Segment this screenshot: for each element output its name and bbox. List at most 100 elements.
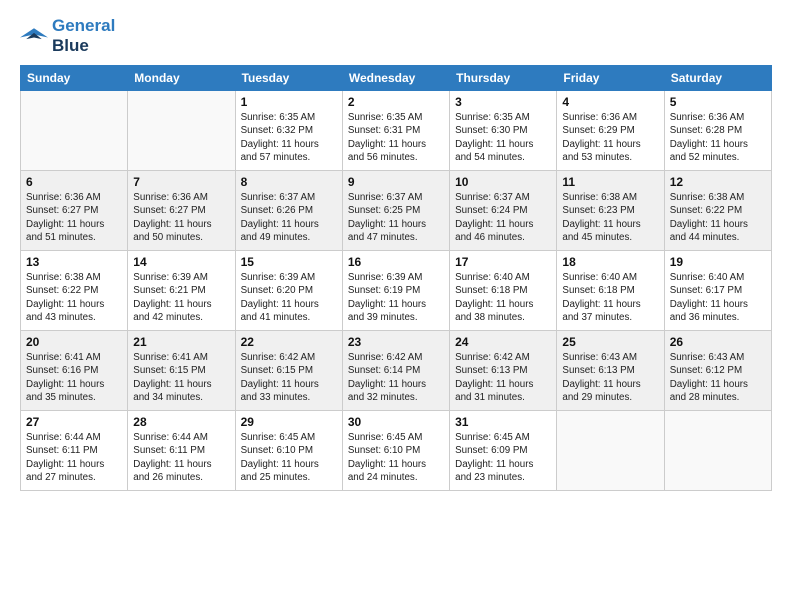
day-number: 7 [133, 175, 229, 189]
day-number: 22 [241, 335, 337, 349]
day-info: Sunrise: 6:36 AM Sunset: 6:29 PM Dayligh… [562, 111, 658, 164]
day-cell: 5 Sunrise: 6:36 AM Sunset: 6:28 PM Daylig… [664, 91, 771, 171]
day-cell: 7Sunrise: 6:36 AM Sunset: 6:27 PM Daylig… [128, 171, 235, 251]
day-number: 10 [455, 175, 551, 189]
day-cell [21, 91, 128, 171]
day-number: 26 [670, 335, 766, 349]
day-cell: 6Sunrise: 6:36 AM Sunset: 6:27 PM Daylig… [21, 171, 128, 251]
day-number: 14 [133, 255, 229, 269]
day-cell: 8 Sunrise: 6:37 AM Sunset: 6:26 PM Daylig… [235, 171, 342, 251]
day-info: Sunrise: 6:40 AM Sunset: 6:18 PM Dayligh… [562, 271, 658, 324]
day-cell: 27 Sunrise: 6:44 AM Sunset: 6:11 PM Dayli… [21, 411, 128, 491]
header-cell-tuesday: Tuesday [235, 66, 342, 91]
day-cell: 15 Sunrise: 6:39 AM Sunset: 6:20 PM Dayli… [235, 251, 342, 331]
day-info: Sunrise: 6:37 AM Sunset: 6:25 PM Dayligh… [348, 191, 444, 244]
day-info: Sunrise: 6:36 AM Sunset: 6:27 PM Dayligh… [26, 191, 122, 244]
day-number: 30 [348, 415, 444, 429]
day-number: 15 [241, 255, 337, 269]
day-info: Sunrise: 6:44 AM Sunset: 6:11 PM Dayligh… [133, 431, 229, 484]
day-number: 25 [562, 335, 658, 349]
day-info: Sunrise: 6:41 AM Sunset: 6:15 PM Dayligh… [133, 351, 229, 404]
day-cell: 1Sunrise: 6:35 AM Sunset: 6:32 PM Daylig… [235, 91, 342, 171]
day-info: Sunrise: 6:38 AM Sunset: 6:22 PM Dayligh… [670, 191, 766, 244]
day-cell: 26Sunrise: 6:43 AM Sunset: 6:12 PM Dayli… [664, 331, 771, 411]
day-cell: 31 Sunrise: 6:45 AM Sunset: 6:09 PM Dayli… [450, 411, 557, 491]
day-cell: 23 Sunrise: 6:42 AM Sunset: 6:14 PM Dayli… [342, 331, 449, 411]
day-info: Sunrise: 6:40 AM Sunset: 6:18 PM Dayligh… [455, 271, 551, 324]
day-info: Sunrise: 6:43 AM Sunset: 6:13 PM Dayligh… [562, 351, 658, 404]
day-number: 31 [455, 415, 551, 429]
week-row-1: 1Sunrise: 6:35 AM Sunset: 6:32 PM Daylig… [21, 91, 772, 171]
day-cell: 18Sunrise: 6:40 AM Sunset: 6:18 PM Dayli… [557, 251, 664, 331]
week-row-3: 13 Sunrise: 6:38 AM Sunset: 6:22 PM Dayli… [21, 251, 772, 331]
day-cell: 25 Sunrise: 6:43 AM Sunset: 6:13 PM Dayli… [557, 331, 664, 411]
day-info: Sunrise: 6:39 AM Sunset: 6:21 PM Dayligh… [133, 271, 229, 324]
day-info: Sunrise: 6:36 AM Sunset: 6:28 PM Dayligh… [670, 111, 766, 164]
day-number: 13 [26, 255, 122, 269]
calendar-table: SundayMondayTuesdayWednesdayThursdayFrid… [20, 65, 772, 491]
day-cell: 14 Sunrise: 6:39 AM Sunset: 6:21 PM Dayli… [128, 251, 235, 331]
page: General Blue SundayMondayTuesdayWednesda… [0, 0, 792, 612]
day-number: 21 [133, 335, 229, 349]
day-cell: 11 Sunrise: 6:38 AM Sunset: 6:23 PM Dayli… [557, 171, 664, 251]
day-number: 5 [670, 95, 766, 109]
week-row-2: 6Sunrise: 6:36 AM Sunset: 6:27 PM Daylig… [21, 171, 772, 251]
day-info: Sunrise: 6:42 AM Sunset: 6:15 PM Dayligh… [241, 351, 337, 404]
day-number: 17 [455, 255, 551, 269]
day-number: 23 [348, 335, 444, 349]
day-info: Sunrise: 6:35 AM Sunset: 6:30 PM Dayligh… [455, 111, 551, 164]
day-cell: 22 Sunrise: 6:42 AM Sunset: 6:15 PM Dayli… [235, 331, 342, 411]
week-row-5: 27 Sunrise: 6:44 AM Sunset: 6:11 PM Dayli… [21, 411, 772, 491]
day-info: Sunrise: 6:38 AM Sunset: 6:22 PM Dayligh… [26, 271, 122, 324]
day-number: 4 [562, 95, 658, 109]
day-cell: 20Sunrise: 6:41 AM Sunset: 6:16 PM Dayli… [21, 331, 128, 411]
day-info: Sunrise: 6:37 AM Sunset: 6:26 PM Dayligh… [241, 191, 337, 244]
header-cell-saturday: Saturday [664, 66, 771, 91]
day-cell: 17 Sunrise: 6:40 AM Sunset: 6:18 PM Dayli… [450, 251, 557, 331]
header-cell-sunday: Sunday [21, 66, 128, 91]
day-number: 27 [26, 415, 122, 429]
day-info: Sunrise: 6:35 AM Sunset: 6:31 PM Dayligh… [348, 111, 444, 164]
day-number: 28 [133, 415, 229, 429]
header-row: SundayMondayTuesdayWednesdayThursdayFrid… [21, 66, 772, 91]
day-cell: 16 Sunrise: 6:39 AM Sunset: 6:19 PM Dayli… [342, 251, 449, 331]
day-number: 16 [348, 255, 444, 269]
day-info: Sunrise: 6:40 AM Sunset: 6:17 PM Dayligh… [670, 271, 766, 324]
header-cell-friday: Friday [557, 66, 664, 91]
day-info: Sunrise: 6:39 AM Sunset: 6:19 PM Dayligh… [348, 271, 444, 324]
day-info: Sunrise: 6:38 AM Sunset: 6:23 PM Dayligh… [562, 191, 658, 244]
day-cell: 4 Sunrise: 6:36 AM Sunset: 6:29 PM Daylig… [557, 91, 664, 171]
day-number: 24 [455, 335, 551, 349]
day-cell: 30 Sunrise: 6:45 AM Sunset: 6:10 PM Dayli… [342, 411, 449, 491]
day-info: Sunrise: 6:45 AM Sunset: 6:10 PM Dayligh… [348, 431, 444, 484]
day-cell: 29Sunrise: 6:45 AM Sunset: 6:10 PM Dayli… [235, 411, 342, 491]
logo: General Blue [20, 16, 115, 55]
day-info: Sunrise: 6:39 AM Sunset: 6:20 PM Dayligh… [241, 271, 337, 324]
day-cell: 2 Sunrise: 6:35 AM Sunset: 6:31 PM Daylig… [342, 91, 449, 171]
header-cell-thursday: Thursday [450, 66, 557, 91]
day-number: 20 [26, 335, 122, 349]
calendar-header: SundayMondayTuesdayWednesdayThursdayFrid… [21, 66, 772, 91]
day-cell: 10 Sunrise: 6:37 AM Sunset: 6:24 PM Dayli… [450, 171, 557, 251]
day-info: Sunrise: 6:45 AM Sunset: 6:09 PM Dayligh… [455, 431, 551, 484]
day-number: 3 [455, 95, 551, 109]
header: General Blue [20, 16, 772, 55]
day-number: 9 [348, 175, 444, 189]
day-number: 19 [670, 255, 766, 269]
day-number: 8 [241, 175, 337, 189]
day-info: Sunrise: 6:37 AM Sunset: 6:24 PM Dayligh… [455, 191, 551, 244]
day-number: 11 [562, 175, 658, 189]
day-number: 12 [670, 175, 766, 189]
day-cell: 9 Sunrise: 6:37 AM Sunset: 6:25 PM Daylig… [342, 171, 449, 251]
day-cell: 24 Sunrise: 6:42 AM Sunset: 6:13 PM Dayli… [450, 331, 557, 411]
day-number: 29 [241, 415, 337, 429]
calendar-body: 1Sunrise: 6:35 AM Sunset: 6:32 PM Daylig… [21, 91, 772, 491]
day-info: Sunrise: 6:44 AM Sunset: 6:11 PM Dayligh… [26, 431, 122, 484]
day-info: Sunrise: 6:42 AM Sunset: 6:14 PM Dayligh… [348, 351, 444, 404]
day-cell [128, 91, 235, 171]
week-row-4: 20Sunrise: 6:41 AM Sunset: 6:16 PM Dayli… [21, 331, 772, 411]
day-number: 2 [348, 95, 444, 109]
day-info: Sunrise: 6:35 AM Sunset: 6:32 PM Dayligh… [241, 111, 337, 164]
day-info: Sunrise: 6:42 AM Sunset: 6:13 PM Dayligh… [455, 351, 551, 404]
day-cell [664, 411, 771, 491]
